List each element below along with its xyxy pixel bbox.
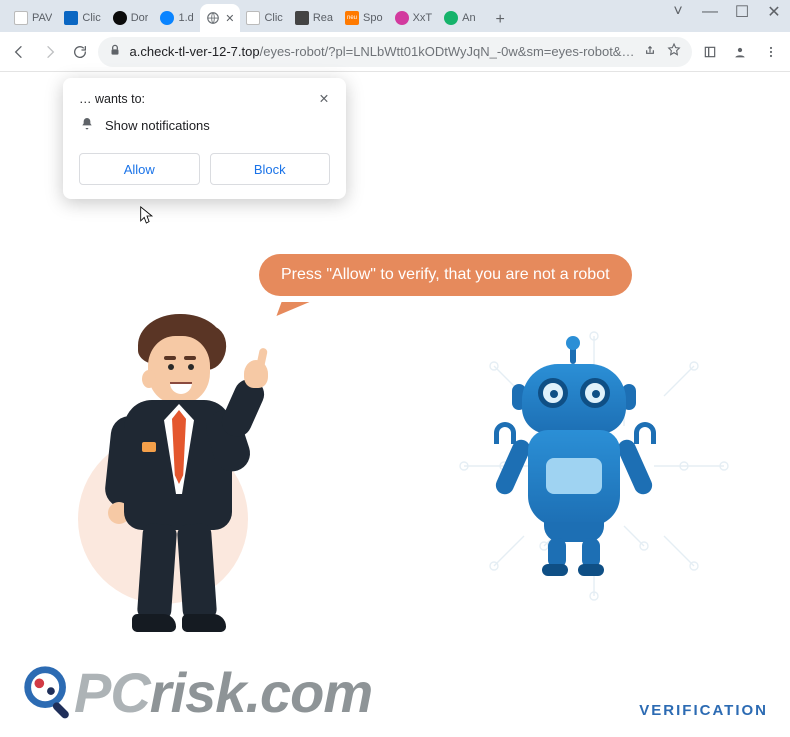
window-close-button[interactable]: ✕ [758, 0, 790, 24]
logo-text: PCrisk.com [74, 660, 372, 725]
robot-illustration [488, 350, 658, 580]
reload-button[interactable] [67, 38, 94, 66]
tab-3[interactable]: 1.d [154, 4, 200, 32]
permission-text: Show notifications [105, 118, 210, 133]
speech-bubble: Press "Allow" to verify, that you are no… [259, 254, 632, 296]
tab-label: PAV [32, 12, 52, 24]
tab-6[interactable]: Rea [289, 4, 339, 32]
favicon-icon [395, 11, 409, 25]
back-button[interactable] [6, 38, 33, 66]
tab-label: 1.d [178, 12, 193, 24]
address-bar[interactable]: a.check-tl-ver-12-7.top/eyes-robot/?pl=L… [98, 37, 693, 67]
tab-label: XxT [413, 12, 433, 24]
favicon-icon [444, 11, 458, 25]
tab-8[interactable]: XxT [389, 4, 439, 32]
tab-2[interactable]: Dor [107, 4, 155, 32]
verification-label: VERIFICATION [639, 702, 768, 719]
tab-strip: PAV Clic Dor 1.d ✕ Clic Rea neu Spo XxT … [0, 0, 790, 32]
tab-9[interactable]: An [438, 4, 484, 32]
share-icon[interactable] [642, 42, 658, 61]
tab-label: Dor [131, 12, 149, 24]
url-text: a.check-tl-ver-12-7.top/eyes-robot/?pl=L… [130, 44, 635, 59]
favicon-icon [295, 11, 309, 25]
profile-icon[interactable] [727, 38, 754, 66]
lock-icon [108, 43, 122, 60]
window-maximize-button[interactable]: ☐ [726, 0, 758, 24]
favicon-icon [113, 11, 127, 25]
browser-toolbar: a.check-tl-ver-12-7.top/eyes-robot/?pl=L… [0, 32, 790, 72]
window-minimize-button[interactable]: — [694, 0, 726, 24]
tab-label: Clic [82, 12, 100, 24]
mouse-cursor-icon [140, 206, 154, 226]
businessman-illustration [88, 314, 288, 644]
reading-list-icon[interactable] [696, 38, 723, 66]
magnifier-icon [18, 662, 80, 724]
favicon-icon [64, 11, 78, 25]
tab-label: Clic [264, 12, 282, 24]
bell-icon [79, 116, 95, 135]
notification-permission-dialog: … wants to: ✕ Show notifications Allow B… [63, 78, 346, 199]
block-button[interactable]: Block [210, 153, 331, 185]
tab-7[interactable]: neu Spo [339, 4, 389, 32]
page-footer: PCrisk.com VERIFICATION [0, 627, 790, 737]
tab-5[interactable]: Clic [240, 4, 288, 32]
window-controls: ˅ — ☐ ✕ [662, 0, 790, 32]
tab-label: Rea [313, 12, 333, 24]
speech-text: Press "Allow" to verify, that you are no… [281, 266, 610, 283]
tab-0[interactable]: PAV [8, 4, 58, 32]
star-icon[interactable] [666, 42, 682, 61]
favicon-icon: neu [345, 11, 359, 25]
permission-close-button[interactable]: ✕ [314, 88, 334, 108]
permission-row: Show notifications [79, 116, 330, 135]
window-dropdown-button[interactable]: ˅ [662, 0, 694, 24]
globe-icon [206, 11, 220, 25]
tab-close-button[interactable]: ✕ [225, 12, 234, 25]
favicon-icon [14, 11, 28, 25]
favicon-icon [246, 11, 260, 25]
permission-title: … wants to: ✕ [79, 92, 330, 106]
pcrisk-logo: PCrisk.com [18, 660, 372, 725]
tab-label: An [462, 12, 475, 24]
tab-label: Spo [363, 12, 383, 24]
favicon-icon [160, 11, 174, 25]
allow-button[interactable]: Allow [79, 153, 200, 185]
forward-button[interactable] [37, 38, 64, 66]
menu-icon[interactable] [758, 38, 785, 66]
tab-1[interactable]: Clic [58, 4, 106, 32]
tab-4-active[interactable]: ✕ [200, 4, 240, 32]
new-tab-button[interactable]: + [488, 8, 512, 32]
